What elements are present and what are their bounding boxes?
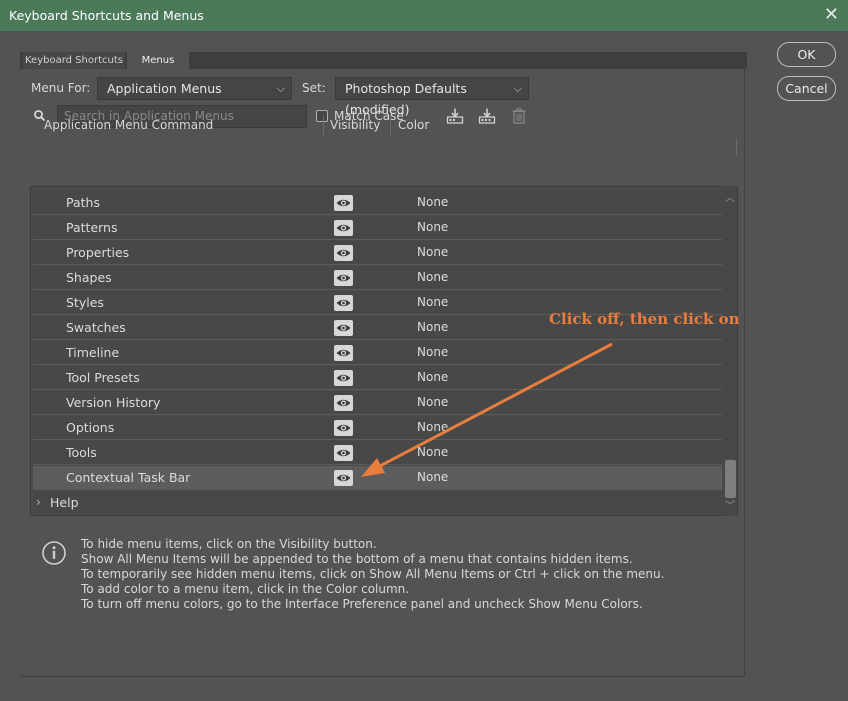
color-value[interactable]: None — [417, 195, 448, 209]
table-row[interactable]: Contextual Task Bar None — [33, 466, 722, 490]
visibility-eye-icon[interactable] — [334, 270, 353, 286]
command-name: Version History — [66, 395, 161, 410]
color-value[interactable]: None — [417, 345, 448, 359]
command-name: Options — [66, 420, 115, 435]
command-name: Help — [50, 495, 79, 510]
scroll-down-arrow-icon[interactable]: ﹀ — [725, 497, 735, 512]
set-label: Set: — [302, 81, 326, 95]
chevron-right-icon[interactable]: › — [36, 495, 41, 509]
command-name: Tool Presets — [66, 370, 140, 385]
color-value[interactable]: None — [417, 370, 448, 384]
color-value[interactable]: None — [417, 395, 448, 409]
color-value[interactable]: None — [417, 245, 448, 259]
command-name: Paths — [66, 195, 100, 210]
table-header: Application Menu Command Visibility Colo… — [30, 110, 737, 156]
table-row[interactable]: Properties None — [33, 241, 722, 265]
table-row[interactable]: Timeline None — [33, 341, 722, 365]
command-name: Patterns — [66, 220, 118, 235]
cancel-button[interactable]: Cancel — [777, 76, 836, 101]
title-bar: Keyboard Shortcuts and Menus ✕ — [0, 0, 848, 31]
command-name: Tools — [66, 445, 97, 460]
tab-strip: Keyboard Shortcuts Menus — [20, 52, 747, 69]
header-divider — [390, 115, 391, 137]
scrollbar-thumb[interactable] — [725, 460, 736, 498]
scroll-up-arrow-icon[interactable]: ︿ — [725, 189, 735, 204]
table-row[interactable]: Tools None — [33, 441, 722, 465]
command-name: Styles — [66, 295, 104, 310]
header-visibility[interactable]: Visibility — [330, 118, 380, 132]
color-value[interactable]: None — [417, 445, 448, 459]
info-line: To turn off menu colors, go to the Inter… — [81, 597, 643, 611]
command-name: Properties — [66, 245, 130, 260]
tab-keyboard-shortcuts[interactable]: Keyboard Shortcuts — [23, 52, 125, 69]
table-row[interactable]: Options None — [33, 416, 722, 440]
table-row[interactable]: Patterns None — [33, 216, 722, 240]
header-divider — [323, 115, 324, 137]
visibility-eye-icon[interactable] — [334, 395, 353, 411]
visibility-eye-icon[interactable] — [334, 320, 353, 336]
info-line: To hide menu items, click on the Visibil… — [81, 537, 377, 551]
command-name: Contextual Task Bar — [66, 470, 191, 485]
menu-for-label: Menu For: — [31, 81, 91, 95]
table-row[interactable]: Shapes None — [33, 266, 722, 290]
info-line: Show All Menu Items will be appended to … — [81, 552, 633, 566]
table-row[interactable]: Version History None — [33, 391, 722, 415]
annotation-text: Click off, then click on — [549, 310, 740, 328]
menu-for-select[interactable]: Application Menus ⌵ — [97, 77, 292, 100]
visibility-eye-icon[interactable] — [334, 245, 353, 261]
header-command[interactable]: Application Menu Command — [44, 118, 213, 132]
visibility-eye-icon[interactable] — [334, 195, 353, 211]
visibility-eye-icon[interactable] — [334, 370, 353, 386]
visibility-eye-icon[interactable] — [334, 220, 353, 236]
menu-for-value: Application Menus — [107, 81, 222, 96]
ok-button[interactable]: OK — [777, 42, 836, 67]
command-name: Shapes — [66, 270, 112, 285]
visibility-eye-icon[interactable] — [334, 420, 353, 436]
set-select[interactable]: Photoshop Defaults (modified) ⌵ — [335, 77, 529, 117]
color-value[interactable]: None — [417, 295, 448, 309]
visibility-eye-icon[interactable] — [334, 470, 353, 486]
header-divider — [736, 138, 737, 156]
close-icon[interactable]: ✕ — [824, 5, 839, 25]
table-row-help[interactable]: › Help — [33, 491, 722, 515]
color-value[interactable]: None — [417, 220, 448, 234]
chevron-down-icon: ⌵ — [276, 82, 285, 95]
color-value[interactable]: None — [417, 320, 448, 334]
tab-menus[interactable]: Menus — [127, 52, 189, 69]
table-row[interactable]: Paths None — [33, 191, 722, 215]
info-icon — [42, 541, 66, 565]
header-color[interactable]: Color — [398, 118, 429, 132]
info-text: To hide menu items, click on the Visibil… — [81, 537, 664, 612]
chevron-down-icon: ⌵ — [513, 82, 522, 95]
table-row[interactable]: Tool Presets None — [33, 366, 722, 390]
visibility-eye-icon[interactable] — [334, 295, 353, 311]
command-name: Swatches — [66, 320, 126, 335]
command-name: Timeline — [66, 345, 120, 360]
color-value[interactable]: None — [417, 270, 448, 284]
info-line: To temporarily see hidden menu items, cl… — [81, 567, 665, 581]
menu-command-table: Paths None Patterns None Properties None Shape… — [30, 186, 738, 516]
window-title: Keyboard Shortcuts and Menus — [9, 8, 204, 23]
color-value[interactable]: None — [417, 470, 448, 484]
info-line: To add color to a menu item, click in th… — [81, 582, 410, 596]
color-value[interactable]: None — [417, 420, 448, 434]
visibility-eye-icon[interactable] — [334, 445, 353, 461]
visibility-eye-icon[interactable] — [334, 345, 353, 361]
